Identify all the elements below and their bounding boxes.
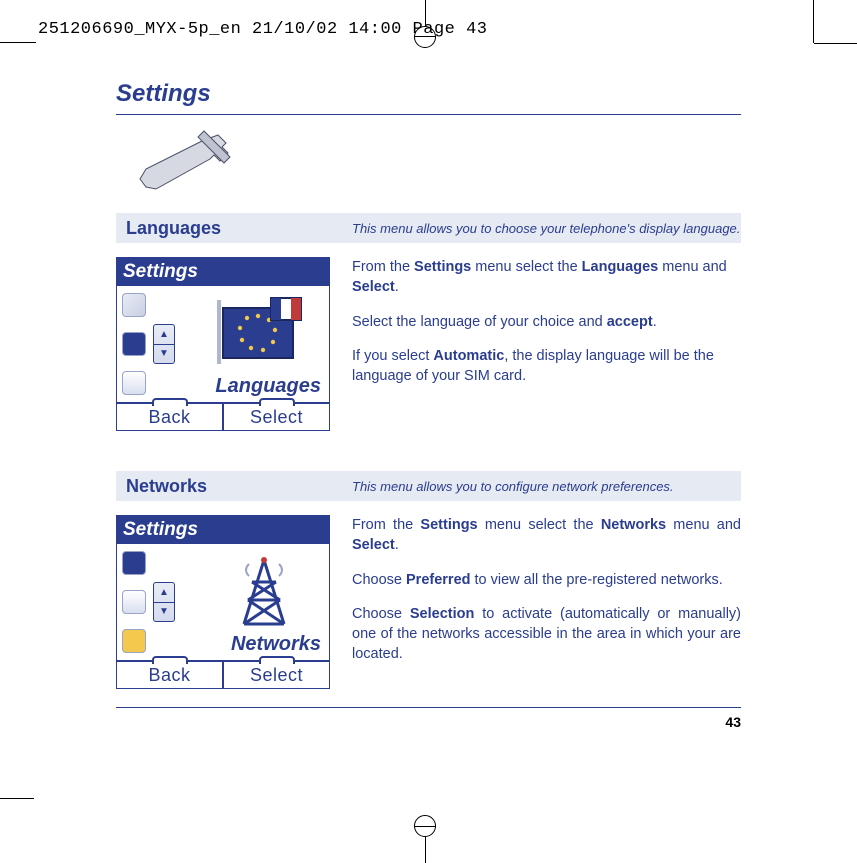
- divider: [116, 707, 741, 708]
- phone-small-icon: [122, 371, 146, 395]
- languages-instructions: From the Settings menu select the Langua…: [352, 257, 741, 431]
- up-down-spinner: ▲ ▼: [153, 582, 175, 622]
- phone-header: Settings: [117, 258, 329, 286]
- phone-softkeys: Back Select: [117, 402, 329, 430]
- networks-block: Settings ▲ ▼: [116, 515, 741, 689]
- phone-screen-label: Languages: [215, 375, 321, 398]
- phone-body: ▲ ▼: [117, 544, 329, 660]
- phone-header: Settings: [117, 516, 329, 544]
- section-description: This menu allows you to configure networ…: [352, 479, 741, 494]
- phone-screen-label: Networks: [231, 633, 321, 656]
- phone-softkeys: Back Select: [117, 660, 329, 688]
- antenna-small-icon: [122, 590, 146, 614]
- paragraph: Choose Selection to activate (automatica…: [352, 604, 741, 665]
- softkey-back: Back: [117, 662, 224, 688]
- page-number: 43: [116, 714, 741, 730]
- softkey-select: Select: [224, 404, 329, 430]
- down-arrow-icon: ▼: [154, 345, 174, 364]
- paragraph: Select the language of your choice and a…: [352, 312, 741, 332]
- phone-mockup-networks: Settings ▲ ▼: [116, 515, 330, 689]
- section-title: Languages: [116, 218, 352, 239]
- networks-instructions: From the Settings menu select the Networ…: [352, 515, 741, 689]
- section-description: This menu allows you to choose your tele…: [352, 221, 741, 236]
- wrench-small-icon: [122, 293, 146, 317]
- up-arrow-icon: ▲: [154, 583, 174, 603]
- antenna-tower-icon: [209, 552, 319, 634]
- crop-mark: [813, 0, 814, 43]
- crop-mark: [814, 43, 857, 44]
- languages-block: Settings ▲ ▼: [116, 257, 741, 431]
- softkey-select: Select: [224, 662, 329, 688]
- wrench-icon: [126, 129, 236, 199]
- crop-mark: [414, 826, 436, 827]
- side-icon-list: [117, 544, 151, 660]
- phone-body: ▲ ▼: [117, 286, 329, 402]
- down-arrow-icon: ▼: [154, 603, 174, 622]
- paragraph: From the Settings menu select the Networ…: [352, 515, 741, 556]
- divider: [116, 114, 741, 115]
- printer-slug: 251206690_MYX-5p_en 21/10/02 14:00 Page …: [38, 20, 487, 39]
- phone-mockup-languages: Settings ▲ ▼: [116, 257, 330, 431]
- softkey-back: Back: [117, 404, 224, 430]
- section-header-networks: Networks This menu allows you to configu…: [116, 471, 741, 501]
- up-down-spinner: ▲ ▼: [153, 324, 175, 364]
- flag-small-icon: [122, 551, 146, 575]
- side-icon-list: [117, 286, 151, 402]
- section-title: Networks: [116, 476, 352, 497]
- paragraph: If you select Automatic, the display lan…: [352, 346, 741, 387]
- section-header-languages: Languages This menu allows you to choose…: [116, 213, 741, 243]
- flag-small-icon: [122, 332, 146, 356]
- page-content: Settings Languages This menu allows you …: [116, 80, 741, 730]
- page-title: Settings: [116, 80, 741, 114]
- crop-mark: [0, 798, 34, 799]
- eu-flag-icon: [209, 294, 319, 376]
- up-arrow-icon: ▲: [154, 325, 174, 345]
- crop-mark: [0, 42, 36, 43]
- paragraph: Choose Preferred to view all the pre-reg…: [352, 570, 741, 590]
- paragraph: From the Settings menu select the Langua…: [352, 257, 741, 298]
- bulb-small-icon: [122, 629, 146, 653]
